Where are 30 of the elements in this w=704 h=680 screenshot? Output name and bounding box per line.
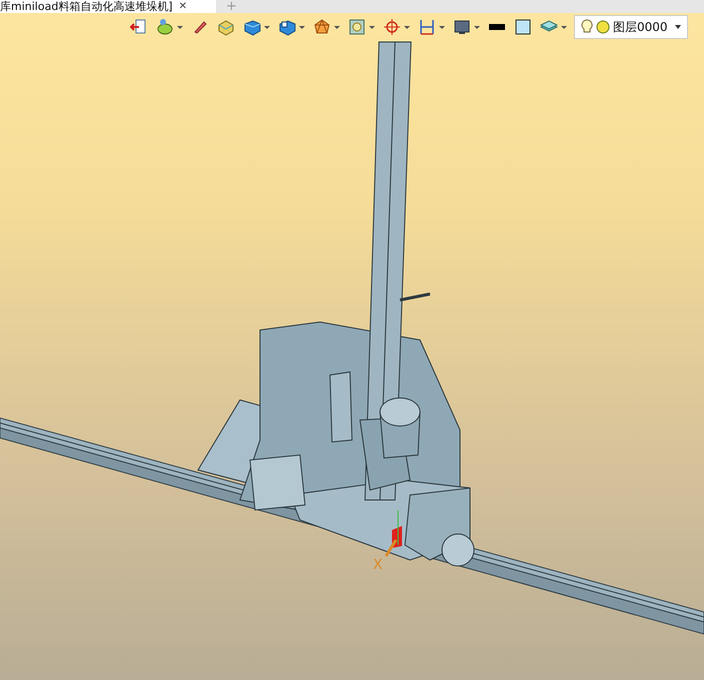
exit-icon xyxy=(130,18,148,36)
cube-icon xyxy=(243,18,261,36)
axis-label: X xyxy=(373,557,383,573)
lightbulb-icon xyxy=(581,19,593,35)
document-tab[interactable]: 库miniload料箱自动化高速堆垛机] ✕ xyxy=(0,0,216,13)
box-icon xyxy=(217,18,235,36)
crosshair-icon xyxy=(383,18,401,36)
frame-icon xyxy=(348,18,366,36)
close-tab-button[interactable]: ✕ xyxy=(178,0,187,12)
dimension-icon xyxy=(418,18,436,36)
dropdown-caret-icon xyxy=(299,26,305,28)
dropdown-caret-icon xyxy=(404,26,410,28)
dropdown-caret-icon xyxy=(561,26,567,28)
dropdown-caret-icon xyxy=(177,26,183,28)
palette-icon xyxy=(156,18,174,36)
toolbar-button[interactable] xyxy=(513,17,533,37)
layer-name: 图层0000 xyxy=(613,18,669,36)
axis-triad-icon xyxy=(384,510,402,557)
wireframe-icon xyxy=(313,18,331,36)
color-swatch-icon xyxy=(514,18,532,36)
circle-icon xyxy=(596,20,610,34)
cube-icon xyxy=(278,18,296,36)
dropdown-caret-icon xyxy=(474,26,480,28)
dropdown-caret-icon xyxy=(675,25,681,29)
dropdown-caret-icon xyxy=(369,26,375,28)
dropdown-caret-icon xyxy=(264,26,270,28)
layer-dropdown[interactable]: 图层0000 xyxy=(574,15,688,39)
dropdown-caret-icon xyxy=(439,26,445,28)
monitor-icon xyxy=(453,18,471,36)
dropdown-caret-icon xyxy=(334,26,340,28)
